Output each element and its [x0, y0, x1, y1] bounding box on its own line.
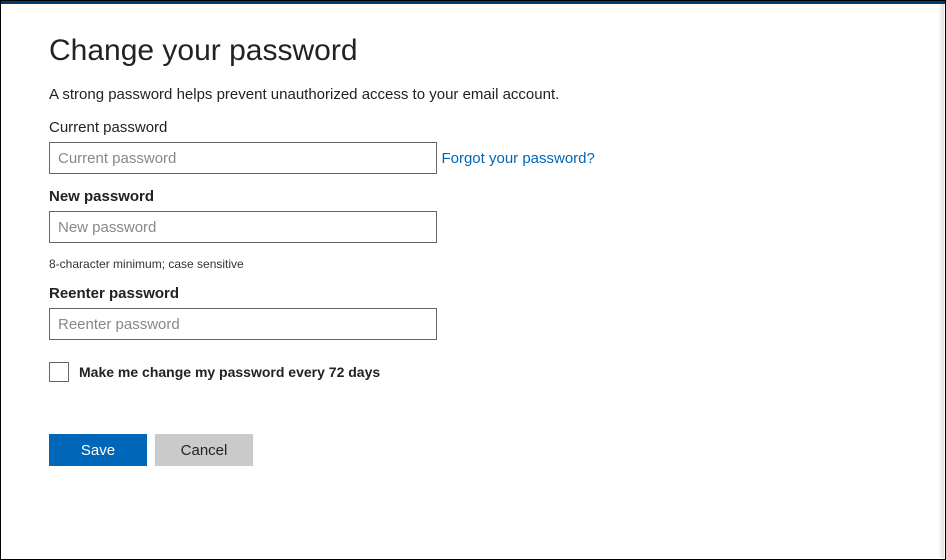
cancel-button[interactable]: Cancel [155, 434, 253, 466]
reenter-password-group: Reenter password [49, 285, 897, 340]
expiry-checkbox-row: Make me change my password every 72 days [49, 362, 897, 382]
new-password-input[interactable] [49, 211, 437, 243]
current-password-input[interactable] [49, 142, 437, 174]
right-shadow [938, 4, 944, 558]
main-content: Change your password A strong password h… [1, 4, 945, 466]
new-password-label: New password [49, 188, 897, 205]
current-password-group: Current password Forgot your password? [49, 119, 897, 174]
page-title: Change your password [49, 34, 897, 68]
page-description: A strong password helps prevent unauthor… [49, 86, 897, 103]
expiry-checkbox[interactable] [49, 362, 69, 382]
reenter-password-label: Reenter password [49, 285, 897, 302]
save-button[interactable]: Save [49, 434, 147, 466]
reenter-password-input[interactable] [49, 308, 437, 340]
button-row: Save Cancel [49, 434, 897, 466]
forgot-password-link[interactable]: Forgot your password? [441, 150, 594, 167]
new-password-group: New password [49, 188, 897, 243]
current-password-label: Current password [49, 119, 897, 136]
password-hint: 8-character minimum; case sensitive [49, 257, 897, 271]
expiry-checkbox-label: Make me change my password every 72 days [79, 364, 380, 380]
